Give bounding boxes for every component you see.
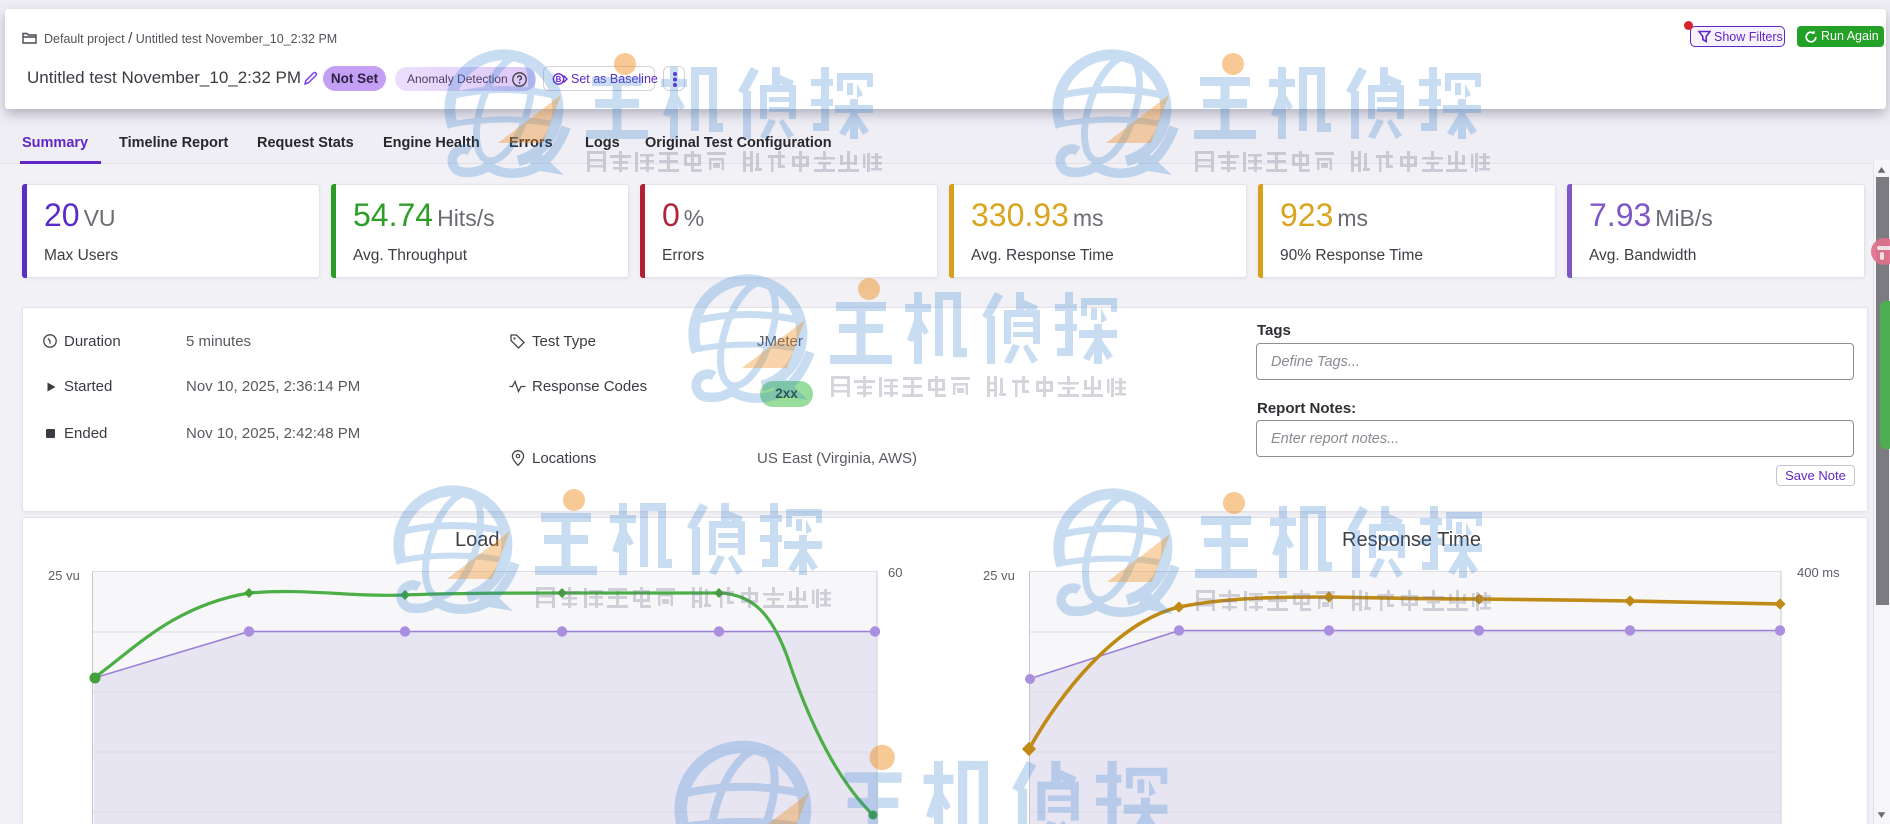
svg-text:B: B xyxy=(556,75,562,84)
